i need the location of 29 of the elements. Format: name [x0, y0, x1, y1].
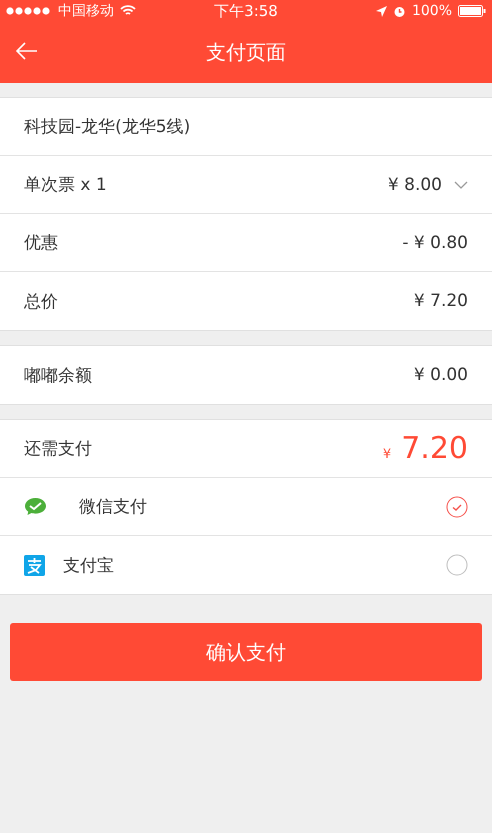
row-label: 优惠	[24, 232, 58, 254]
battery-percent: 100%	[412, 3, 452, 19]
alarm-icon	[392, 4, 406, 18]
currency-symbol: ¥	[382, 447, 392, 462]
location-icon	[376, 6, 387, 16]
amount-due: 7.20	[401, 431, 468, 466]
checked-radio-icon[interactable]	[446, 496, 468, 518]
wifi-icon	[120, 5, 136, 17]
payment-method-label: 支付宝	[63, 554, 114, 576]
signal-icon	[6, 7, 52, 15]
row-label: 嘟嘟余额	[24, 364, 92, 386]
radio-icon[interactable]	[446, 554, 468, 576]
payment-method-label: 微信支付	[79, 496, 147, 518]
row-value: ¥ 7.20	[414, 291, 468, 311]
row-label: 总价	[24, 290, 58, 312]
page-title: 支付页面	[206, 39, 286, 66]
row-value: ¥ 8.00	[388, 174, 442, 194]
battery-icon	[458, 5, 486, 17]
chevron-down-icon	[454, 180, 468, 188]
carrier-name: 中国移动	[58, 2, 114, 20]
row-label: 科技园-龙华(龙华5线)	[24, 116, 190, 138]
row-value: ¥ 0.00	[414, 365, 468, 385]
row-label: 单次票 x 1	[24, 174, 107, 196]
row-label: 还需支付	[24, 438, 92, 460]
chat-bubble-icon	[24, 497, 47, 516]
back-button[interactable]	[16, 42, 38, 60]
payment-app-icon	[24, 554, 45, 576]
row-value: - ¥ 0.80	[402, 232, 468, 252]
status-time: 下午3:58	[214, 2, 278, 20]
